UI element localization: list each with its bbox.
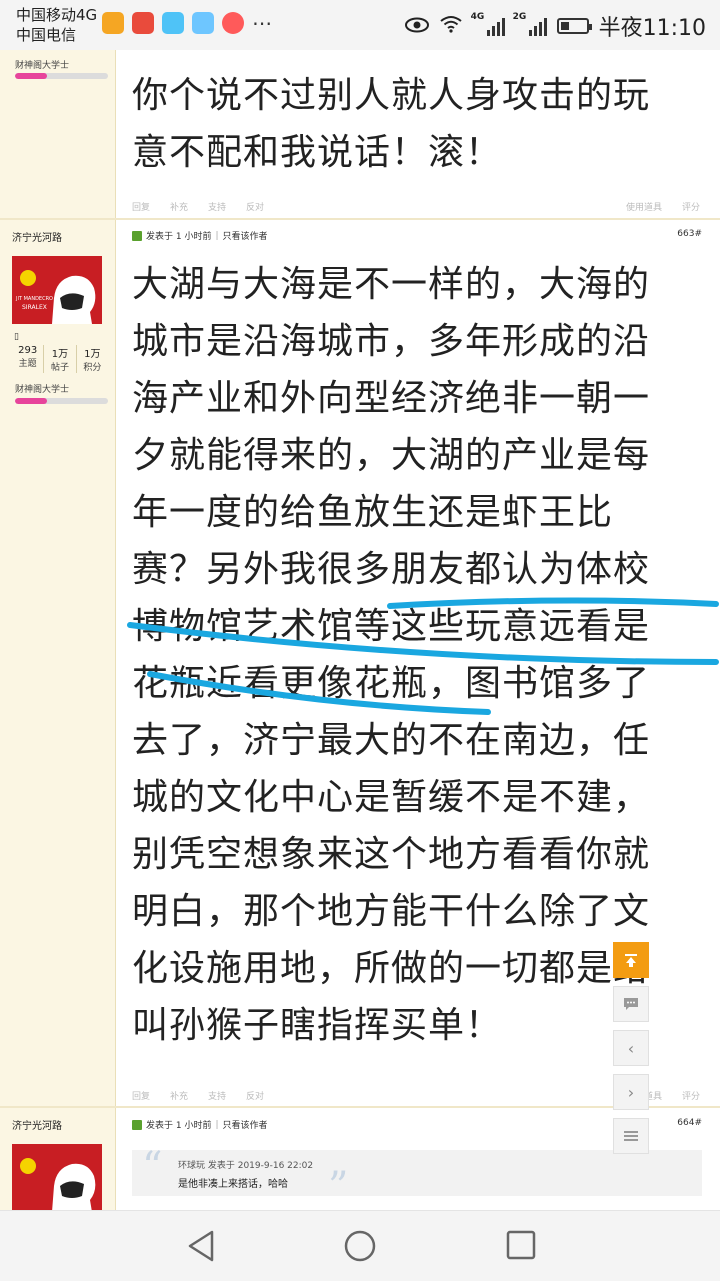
quote-text: 是他非凑上来搭话，哈哈 [178,1179,288,1190]
open-quote-icon: “ [142,1144,163,1190]
next-icon: › [627,1082,635,1102]
prev-icon: ‹ [627,1038,635,1058]
highlight-stroke-1 [387,597,719,609]
post-2-actions: 回复 补充 支持 反对 [132,1089,264,1102]
rate-button[interactable]: 评分 [682,1089,700,1102]
comment-icon [624,998,638,1010]
post-3-meta: 发表于 1 小时前 | 只看该作者 [132,1118,268,1131]
quote-block: “ ” 环球玩 发表于 2019-9-16 22:02 是他非凑上来搭话，哈哈 [132,1144,702,1210]
next-page-button[interactable]: › [613,1074,649,1110]
quote-header: 环球玩 发表于 2019-9-16 22:02 [178,1161,314,1171]
system-nav-bar [0,1210,720,1281]
back-to-top-button[interactable] [613,942,649,978]
support-button[interactable]: 支持 [208,1089,226,1102]
post-3-author-panel: 济宁光河路 [0,1108,116,1210]
menu-list-button[interactable] [613,1118,649,1154]
highlight-strokes [127,597,719,715]
highlight-stroke-2 [127,622,719,665]
highlight-stroke-3 [147,671,491,715]
back-to-top-icon [625,954,637,967]
oppose-button[interactable]: 反对 [246,1089,264,1102]
post-time-icon [132,1119,142,1130]
reply-button[interactable]: 回复 [132,1089,150,1102]
prev-page-button[interactable]: ‹ [613,1030,649,1066]
list-icon [624,1131,638,1141]
floor-number[interactable]: 664# [677,1118,702,1128]
supplement-button[interactable]: 补充 [170,1089,188,1102]
comment-button[interactable] [613,986,649,1022]
home-icon[interactable] [343,1229,377,1263]
close-quote-icon: ” [328,1164,349,1210]
recents-icon[interactable] [505,1229,537,1261]
avatar[interactable] [12,1144,102,1210]
only-author-link[interactable]: 只看该作者 [223,1118,268,1131]
post-time: 发表于 1 小时前 [146,1121,212,1131]
username[interactable]: 济宁光河路 [12,1117,62,1132]
back-icon[interactable] [186,1229,216,1263]
